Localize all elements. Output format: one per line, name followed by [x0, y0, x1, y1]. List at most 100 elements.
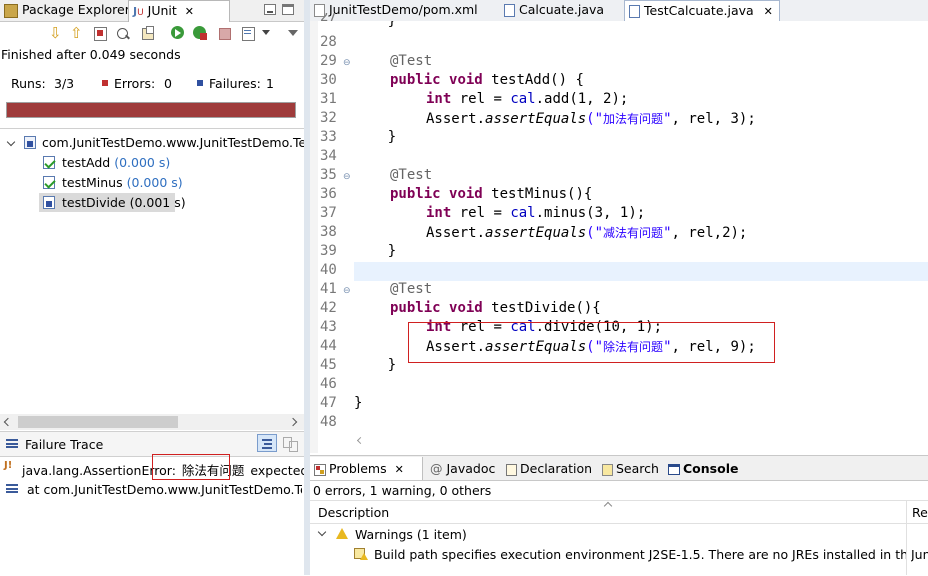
line-number: 27 [320, 13, 337, 25]
line-number: 32 [320, 110, 337, 126]
editor-gutter [310, 21, 318, 453]
tree-expand-icon[interactable] [6, 137, 16, 147]
line-number: 31 [320, 91, 337, 107]
tree-test-add[interactable]: testAdd (0.000 s) [62, 155, 170, 170]
tab-search[interactable]: Search [598, 457, 666, 480]
warnings-group[interactable]: Warnings (1 item) [355, 527, 467, 542]
compare-result-icon[interactable] [283, 437, 298, 452]
tab-problems[interactable]: Problems ✕ [310, 457, 423, 480]
line-number: 45 [320, 357, 337, 373]
tab-javadoc[interactable]: @ Javadoc [426, 457, 504, 480]
tree-test-divide[interactable]: testDivide (0.001 s) [62, 195, 186, 210]
trace-callout-box [152, 454, 230, 480]
tab-console[interactable]: Console [664, 457, 744, 480]
scroll-left-icon[interactable] [3, 417, 13, 427]
code-line-30: public void testAdd() { [390, 72, 584, 88]
problems-icon [314, 463, 326, 476]
tab-testcalcuate-java[interactable]: TestCalcuate.java ✕ [624, 0, 780, 22]
line-number: 33 [320, 129, 337, 145]
test-progress-fill [7, 103, 295, 117]
trace-error-icon: J! [4, 460, 13, 471]
line-number: 46 [320, 376, 337, 392]
fold-icon[interactable]: ⊖ [343, 58, 351, 68]
fold-icon[interactable]: ⊖ [343, 286, 351, 296]
tab-package-explorer[interactable]: Package Explorer [0, 0, 130, 20]
divider [0, 128, 304, 129]
failure-trace-title: Failure Trace [25, 437, 104, 452]
runs-label: Runs: [11, 76, 46, 91]
line-number: 30 [320, 72, 337, 88]
failure-trace-icon [6, 439, 18, 448]
code-line-41: @Test [390, 281, 433, 297]
code-callout-box [408, 322, 775, 363]
tab-junit[interactable]: JU JUnit ✕ [128, 0, 230, 22]
scroll-left-icon[interactable] [356, 436, 365, 445]
test-pass-icon [43, 156, 56, 169]
show-skipped-icon[interactable] [116, 25, 132, 41]
line-number: 48 [320, 414, 337, 430]
history-dropdown-icon[interactable] [262, 30, 270, 35]
code-line-38: Assert.assertEquals("减法有问题", rel,2); [426, 225, 748, 241]
error-icon [102, 80, 108, 86]
line-number: 39 [320, 243, 337, 259]
stop-icon[interactable] [216, 25, 232, 41]
scroll-lock-icon[interactable] [140, 25, 156, 41]
declaration-icon [506, 463, 517, 476]
col-resource[interactable]: Re [912, 505, 928, 520]
code-line-29: @Test [390, 53, 433, 69]
warning-item[interactable]: Build path specifies execution environme… [374, 547, 906, 562]
test-pass-icon [43, 176, 56, 189]
test-progress-bar [6, 102, 296, 118]
tab-calcuate-java[interactable]: Calcuate.java [500, 0, 622, 20]
scroll-right-icon[interactable] [288, 417, 298, 427]
current-line-highlight [354, 262, 928, 281]
history-icon[interactable] [240, 25, 256, 41]
line-number: 42 [320, 300, 337, 316]
previous-failure-icon[interactable]: ⇧ [70, 25, 86, 41]
maximize-icon[interactable] [282, 4, 294, 15]
code-line-47: } [354, 395, 363, 411]
close-icon[interactable]: ✕ [764, 5, 773, 18]
code-line-39: } [354, 243, 397, 259]
tree-test-minus[interactable]: testMinus (0.000 s) [62, 175, 183, 190]
test-fail-icon [43, 196, 55, 209]
warning-icon [336, 528, 348, 539]
rerun-test-icon[interactable] [170, 25, 186, 41]
filter-stack-icon[interactable] [257, 434, 277, 452]
column-divider[interactable] [906, 500, 907, 575]
left-panel: Package Explorer JU JUnit ✕ ⇩ ⇧ Finished… [0, 0, 373, 575]
problems-table-header [310, 500, 928, 524]
search-icon [602, 463, 613, 476]
next-failure-icon[interactable]: ⇩ [49, 25, 65, 41]
javadoc-icon: @ [430, 461, 443, 476]
console-icon [668, 464, 680, 475]
java-file-icon [629, 5, 640, 18]
code-line-31: int rel = cal.add(1, 2); [426, 91, 629, 107]
close-icon[interactable]: ✕ [185, 5, 194, 18]
tab-declaration[interactable]: Declaration [502, 457, 598, 480]
tree-scrollbar[interactable] [0, 414, 304, 430]
failures-value: 1 [266, 76, 274, 91]
warning-item-resource[interactable]: Jun [911, 547, 928, 562]
fold-icon[interactable]: ⊖ [343, 172, 351, 182]
line-number: 40 [320, 262, 337, 278]
close-icon[interactable]: ✕ [395, 463, 404, 476]
editor-scrollbar[interactable] [354, 433, 928, 449]
suite-icon [24, 136, 36, 149]
scrollbar-thumb[interactable] [18, 416, 178, 428]
java-file-icon [504, 4, 515, 17]
code-line-33: } [354, 129, 397, 145]
line-number: 43 [320, 319, 337, 335]
junit-icon-u: U [137, 8, 144, 18]
col-description[interactable]: Description [318, 505, 389, 520]
minimize-icon[interactable] [264, 4, 276, 15]
view-menu-icon[interactable] [288, 30, 298, 36]
show-failures-only-icon[interactable] [92, 25, 108, 41]
code-line-35: @Test [390, 167, 433, 183]
code-line-37: int rel = cal.minus(3, 1); [426, 205, 646, 221]
code-line-32: Assert.assertEquals("加法有问题", rel, 3); [426, 111, 756, 127]
line-number: 28 [320, 34, 337, 50]
build-path-warning-icon [354, 548, 368, 560]
trace-line-at[interactable]: at com.JunitTestDemo.www.JunitTestDemo.T… [27, 482, 302, 497]
rerun-failures-first-icon[interactable] [192, 25, 208, 41]
